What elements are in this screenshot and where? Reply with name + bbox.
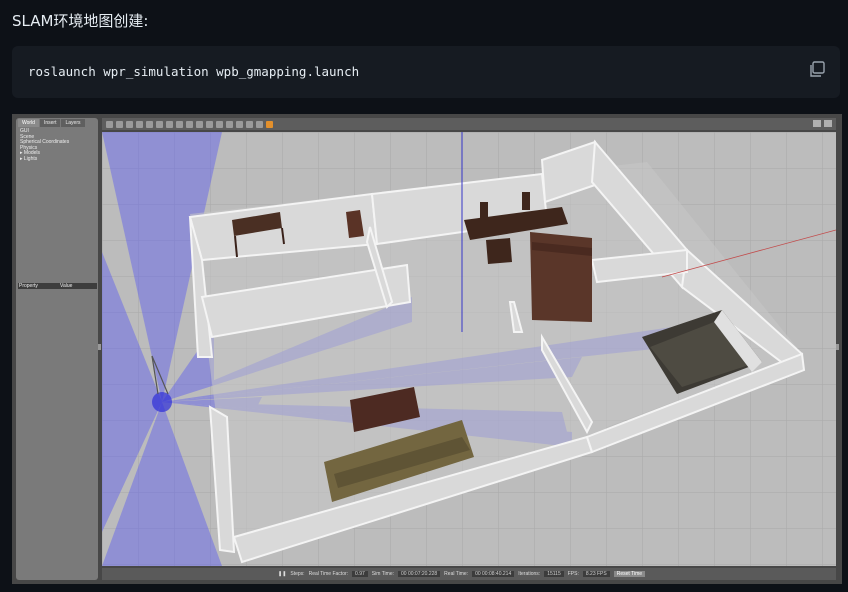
tree-item-lights[interactable]: ▸ Lights bbox=[20, 156, 69, 163]
translate-icon[interactable] bbox=[116, 120, 123, 128]
real-time-factor-value: 0.97 bbox=[352, 571, 368, 577]
sphere-shape-icon[interactable] bbox=[176, 120, 183, 128]
copy-model-icon[interactable] bbox=[226, 120, 233, 128]
robot-base[interactable] bbox=[152, 392, 172, 412]
rotate-icon[interactable] bbox=[126, 120, 133, 128]
spot-light-icon[interactable] bbox=[206, 120, 213, 128]
steps-label: Steps: bbox=[290, 571, 305, 577]
point-light-icon[interactable] bbox=[196, 120, 203, 128]
iterations-value: 15115 bbox=[544, 571, 564, 577]
sim-time-label: Sim Time: bbox=[371, 571, 395, 577]
tab-layers[interactable]: Layers bbox=[61, 119, 85, 127]
real-time-value: 00 00:08:40.214 bbox=[472, 571, 515, 577]
box-shape-icon[interactable] bbox=[166, 120, 173, 128]
copy-icon[interactable] bbox=[808, 60, 826, 78]
3d-viewport[interactable] bbox=[102, 132, 836, 566]
value-col: Value bbox=[60, 283, 73, 289]
fps-label: FPS: bbox=[567, 571, 579, 577]
record-icon[interactable] bbox=[824, 120, 832, 127]
tab-world[interactable]: World bbox=[18, 119, 39, 127]
undo-icon[interactable] bbox=[146, 120, 153, 128]
gazebo-left-panel: World Insert Layers GUI Scene Spherical … bbox=[16, 118, 98, 580]
code-command: roslaunch wpr_simulation wpb_gmapping.la… bbox=[28, 64, 360, 79]
cylinder-shape-icon[interactable] bbox=[186, 120, 193, 128]
align-icon[interactable] bbox=[246, 120, 253, 128]
iterations-label: Iterations: bbox=[518, 571, 541, 577]
real-time-factor-label: Real Time Factor: bbox=[308, 571, 349, 577]
property-col: Property bbox=[19, 283, 38, 289]
panel-collapse-right[interactable] bbox=[836, 344, 839, 350]
real-time-label: Real Time: bbox=[444, 571, 469, 577]
gazebo-toolbar bbox=[102, 118, 836, 130]
directional-light-icon[interactable] bbox=[216, 120, 223, 128]
select-arrow-icon[interactable] bbox=[106, 120, 113, 128]
screenshot-orange-icon[interactable] bbox=[266, 120, 273, 128]
code-block: roslaunch wpr_simulation wpb_gmapping.la… bbox=[12, 46, 840, 98]
world-tree: GUI Scene Spherical Coordinates Physics … bbox=[20, 128, 69, 163]
sim-time-value: 00 00:07:20.228 bbox=[398, 571, 441, 577]
redo-icon[interactable] bbox=[156, 120, 163, 128]
property-table-header: Property Value bbox=[18, 283, 97, 289]
gazebo-screenshot: World Insert Layers GUI Scene Spherical … bbox=[12, 114, 842, 584]
pause-icon[interactable]: ❚❚ bbox=[278, 571, 286, 577]
gazebo-status-bar: ❚❚ Steps: Real Time Factor: 0.97 Sim Tim… bbox=[102, 568, 836, 580]
camera-icon[interactable] bbox=[813, 120, 821, 127]
panel-collapse-left[interactable] bbox=[98, 344, 101, 350]
fps-value: 8.23 FPS bbox=[582, 571, 610, 577]
page-heading: SLAM环境地图创建: bbox=[12, 12, 149, 30]
snap-icon[interactable] bbox=[256, 120, 263, 128]
paste-model-icon[interactable] bbox=[236, 120, 243, 128]
reset-time-button[interactable]: Reset Time bbox=[613, 571, 646, 577]
tab-insert[interactable]: Insert bbox=[39, 119, 61, 127]
scale-icon[interactable] bbox=[136, 120, 143, 128]
